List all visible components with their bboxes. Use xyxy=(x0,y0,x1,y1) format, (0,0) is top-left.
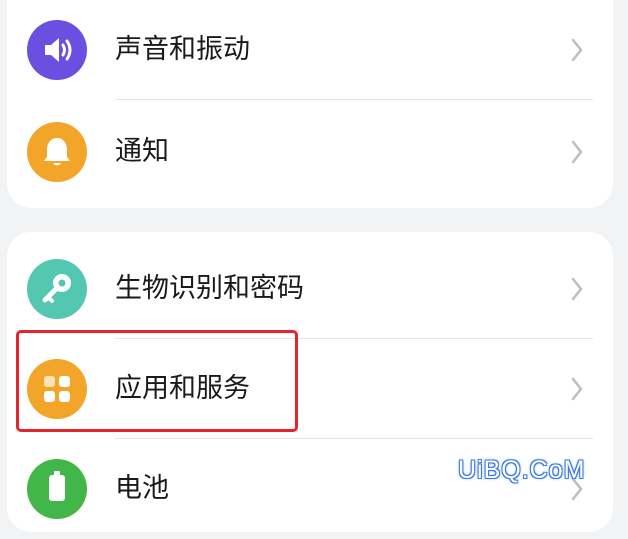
chevron-right-icon xyxy=(571,140,583,164)
settings-item-label: 声音和振动 xyxy=(115,34,250,65)
chevron-right-icon xyxy=(571,477,583,501)
settings-item-label: 电池 xyxy=(115,473,169,504)
settings-item-label: 生物识别和密码 xyxy=(115,273,304,304)
key-icon xyxy=(27,259,87,319)
apps-grid-icon xyxy=(27,359,87,419)
settings-item-sound[interactable]: 声音和振动 xyxy=(7,0,613,100)
settings-item-label: 通知 xyxy=(115,136,169,167)
chevron-right-icon xyxy=(571,377,583,401)
bell-icon xyxy=(27,122,87,182)
chevron-right-icon xyxy=(571,277,583,301)
speaker-icon xyxy=(27,20,87,80)
settings-card-sound-notifications: 声音和振动 通知 xyxy=(7,0,613,208)
chevron-right-icon xyxy=(571,38,583,62)
settings-item-apps[interactable]: 应用和服务 xyxy=(7,339,613,439)
settings-item-biometrics[interactable]: 生物识别和密码 xyxy=(7,239,613,339)
divider xyxy=(115,99,593,100)
settings-item-battery[interactable]: 电池 xyxy=(7,439,613,539)
battery-icon xyxy=(27,459,87,519)
settings-item-notifications[interactable]: 通知 xyxy=(7,102,613,202)
settings-card-security-apps: 生物识别和密码 应用和服务 电池 xyxy=(7,232,613,532)
settings-item-label: 应用和服务 xyxy=(115,373,250,404)
